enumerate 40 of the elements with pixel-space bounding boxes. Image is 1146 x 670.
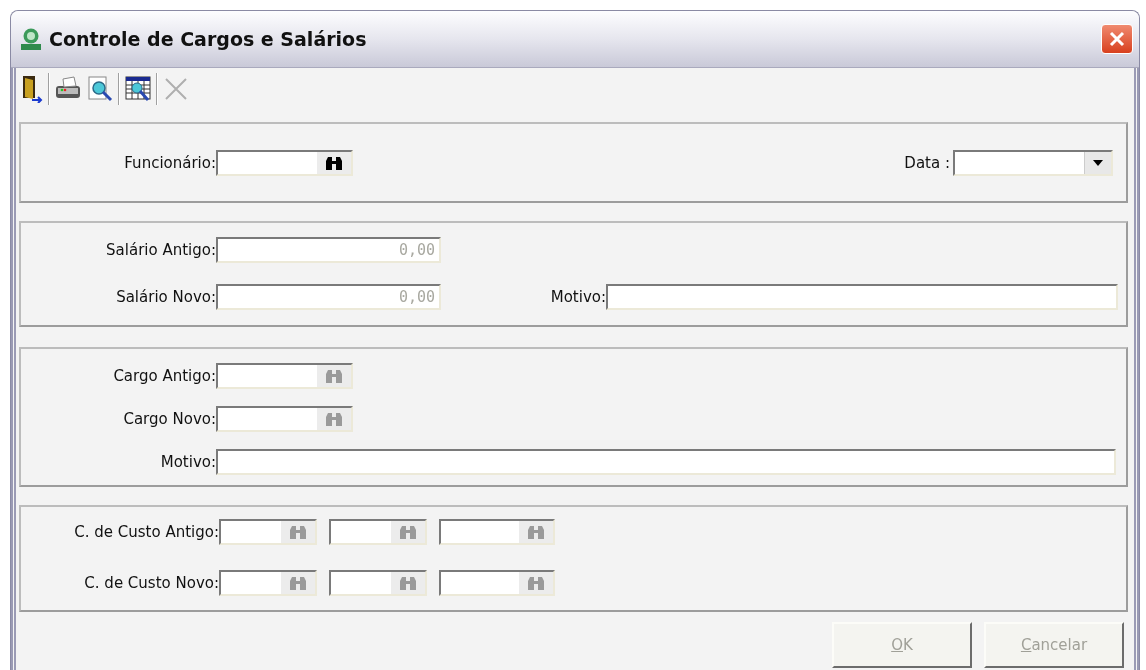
close-icon (1107, 29, 1127, 49)
binoculars-icon (288, 524, 308, 540)
field-label: C. de Custo Novo: (83, 574, 219, 592)
reason-field[interactable] (216, 449, 1116, 475)
binoculars-icon (288, 575, 308, 591)
exit-tool-button[interactable] (20, 75, 44, 103)
field-label: Data : (904, 153, 950, 172)
lookup-field[interactable] (439, 570, 555, 596)
field-label: Salário Novo: (115, 288, 216, 306)
field-label: Cargo Novo: (122, 410, 216, 428)
binoculars-icon (324, 368, 344, 384)
field-label: C. de Custo Antigo: (73, 523, 219, 541)
lookup-field[interactable] (216, 406, 353, 432)
binoculars-icon (324, 154, 344, 171)
date-dropdown[interactable] (953, 149, 1113, 176)
field-label: Motivo: (549, 288, 606, 306)
app-icon (19, 27, 43, 51)
reason-field[interactable] (606, 284, 1118, 310)
field-label: Motivo: (159, 453, 216, 471)
binoculars-icon (526, 575, 546, 591)
binoculars-icon (398, 524, 418, 540)
lookup-field[interactable] (219, 570, 317, 596)
lookup-field[interactable] (216, 149, 353, 176)
lookup-field[interactable] (329, 570, 427, 596)
window-title: Controle de Cargos e Salários (49, 28, 368, 50)
lookup-field[interactable] (216, 363, 353, 389)
binoculars-button[interactable] (317, 151, 351, 174)
preview-tool-button[interactable] (86, 75, 114, 103)
binoculars-icon (526, 524, 546, 540)
field-label: Funcionário: (123, 153, 216, 172)
lookup-field[interactable] (439, 519, 555, 545)
dropdown-caret-icon (1093, 159, 1103, 166)
binoculars-icon (398, 575, 418, 591)
close-button[interactable] (1101, 24, 1133, 54)
lookup-field[interactable] (329, 519, 427, 545)
field-label: Cargo Antigo: (112, 367, 216, 385)
field-label: Salário Antigo: (105, 241, 216, 259)
binoculars-icon (324, 411, 344, 427)
grid-search-tool-button[interactable] (124, 75, 152, 103)
lookup-field[interactable] (219, 519, 317, 545)
